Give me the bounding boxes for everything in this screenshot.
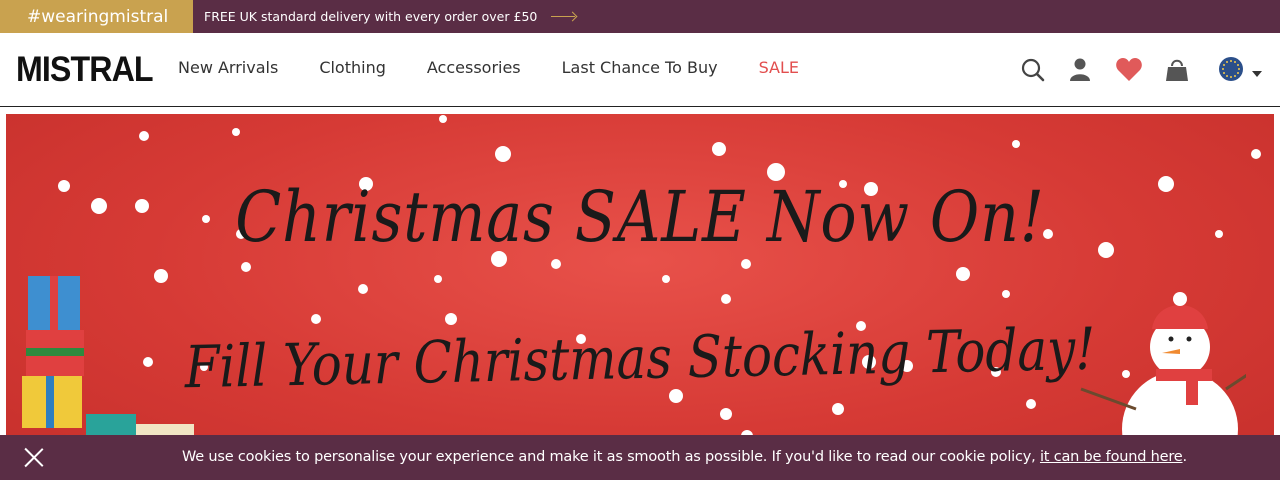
brand-logo[interactable]: MISTRAL	[16, 52, 154, 88]
wishlist-heart-icon[interactable]	[1115, 57, 1143, 88]
nav-accessories[interactable]: Accessories	[427, 58, 521, 77]
nav-new-arrivals[interactable]: New Arrivals	[178, 58, 278, 77]
close-icon[interactable]	[24, 447, 44, 467]
cookie-policy-link[interactable]: it can be found here	[1040, 449, 1183, 465]
nav-last-chance[interactable]: Last Chance To Buy	[562, 58, 718, 77]
arrow-right-icon[interactable]	[551, 12, 579, 22]
banner-headline: Christmas SALE Now On!	[235, 176, 1045, 258]
nav-sale[interactable]: SALE	[759, 58, 799, 77]
hero-banner[interactable]: Christmas SALE Now On! Fill Your Christm…	[6, 114, 1274, 480]
main-nav: New Arrivals Clothing Accessories Last C…	[178, 58, 840, 77]
search-icon[interactable]	[1020, 57, 1046, 88]
cookie-message: We use cookies to personalise your exper…	[182, 449, 1187, 465]
hashtag-label[interactable]: #wearingmistral	[0, 0, 193, 33]
site-header: MISTRAL New Arrivals Clothing Accessorie…	[0, 33, 1280, 107]
promo-text: FREE UK standard delivery with every ord…	[204, 9, 538, 24]
top-promo-bar: #wearingmistral FREE UK standard deliver…	[0, 0, 1280, 33]
cookie-end: .	[1182, 449, 1188, 465]
promo-message[interactable]: FREE UK standard delivery with every ord…	[204, 9, 579, 24]
header-icons	[1000, 33, 1280, 107]
bag-icon[interactable]	[1164, 57, 1190, 88]
account-icon[interactable]	[1068, 57, 1092, 88]
eu-flag-icon[interactable]	[1218, 56, 1244, 87]
chevron-down-icon[interactable]	[1251, 65, 1263, 83]
nav-clothing[interactable]: Clothing	[319, 58, 386, 77]
cookie-text: We use cookies to personalise your exper…	[182, 449, 1040, 465]
cookie-banner: We use cookies to personalise your exper…	[0, 435, 1280, 480]
